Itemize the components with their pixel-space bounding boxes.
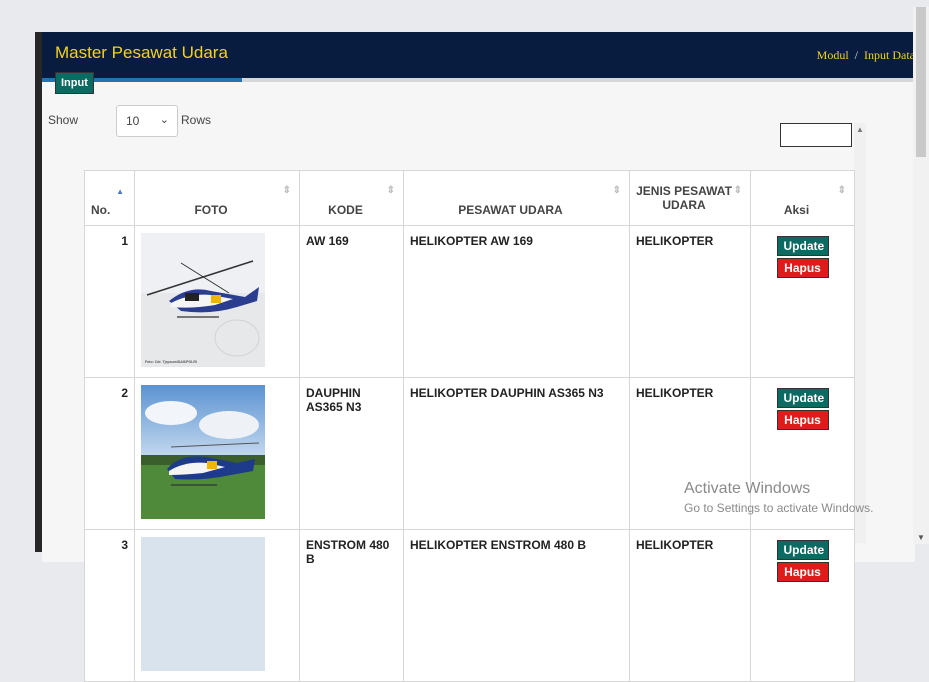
input-button[interactable]: Input [55,72,94,94]
kode-cell: ENSTROM 480 B [299,529,404,682]
table-row: 3 ENSTROM 480 B HELIKOPTER ENSTROM 480 B… [84,529,855,682]
update-button[interactable]: Update [776,388,829,408]
jenis-cell: HELIKOPTER [629,529,751,682]
photo-cell: Foto: Cdr. Tjepsum/DAS/POLRI [134,225,300,378]
table-row: 1 Foto: Cdr. Tjepsum/DAS/POLRI AW 169 HE… [84,225,855,378]
scrollbar-thumb[interactable] [916,7,926,157]
col-foto[interactable]: FOTO [134,170,300,226]
rows-label: Rows [181,113,212,127]
col-no[interactable]: No. [84,170,135,226]
search-input[interactable] [780,123,852,147]
page-scrollbar[interactable]: ▼ [913,7,929,544]
page-header: Master Pesawat Udara Modul / Input Data [42,32,915,78]
kode-cell: DAUPHIN AS365 N3 [299,377,404,530]
photo-cell [134,377,300,530]
update-button[interactable]: Update [776,540,829,560]
helicopter-photo: Foto: Cdr. Tjepsum/DAS/POLRI [141,233,265,367]
aksi-cell: Update Hapus [750,225,855,378]
update-button[interactable]: Update [776,236,829,256]
page-title: Master Pesawat Udara [55,43,228,62]
col-aksi[interactable]: Aksi [750,170,855,226]
table-header-row: No. FOTO KODE PESAWAT UDARA JENIS PESAWA… [84,170,855,226]
rows-select[interactable]: 10 ⌄ [116,105,178,137]
rows-select-value: 10 [126,114,140,128]
helicopter-photo [141,385,265,519]
watermark-title: Activate Windows [684,480,811,497]
row-number: 2 [84,377,135,530]
col-kode[interactable]: KODE [299,170,404,226]
breadcrumb-separator: / [854,48,859,62]
data-table: No. FOTO KODE PESAWAT UDARA JENIS PESAWA… [84,170,855,682]
scroll-down-icon[interactable]: ▼ [917,533,925,542]
breadcrumb-input-data: Input Data [864,48,915,62]
kode-cell: AW 169 [299,225,404,378]
svg-text:Foto: Cdr. Tjepsum/DAS/POLRI: Foto: Cdr. Tjepsum/DAS/POLRI [145,360,197,364]
hapus-button[interactable]: Hapus [776,562,829,582]
row-number: 3 [84,529,135,682]
windows-activation-watermark: Activate Windows Go to Settings to activ… [684,480,873,515]
pesawat-cell: HELIKOPTER ENSTROM 480 B [403,529,630,682]
helicopter-photo [141,537,265,671]
jenis-cell: HELIKOPTER [629,225,751,378]
pesawat-cell: HELIKOPTER DAUPHIN AS365 N3 [403,377,630,530]
chevron-down-icon: ⌄ [159,114,169,126]
pesawat-cell: HELIKOPTER AW 169 [403,225,630,378]
photo-cell [134,529,300,682]
col-jenis-pesawat-udara[interactable]: JENIS PESAWAT UDARA [629,170,751,226]
breadcrumb-modul[interactable]: Modul [817,48,849,63]
left-sidebar-edge [35,32,42,552]
breadcrumb: Modul / Input Data [817,48,915,63]
hapus-button[interactable]: Hapus [776,258,829,278]
hapus-button[interactable]: Hapus [776,410,829,430]
aksi-cell: Update Hapus [750,529,855,682]
col-pesawat-udara[interactable]: PESAWAT UDARA [403,170,630,226]
scroll-up-icon[interactable]: ▲ [856,125,864,134]
show-label: Show [48,113,79,127]
watermark-subtitle: Go to Settings to activate Windows. [684,501,874,515]
row-number: 1 [84,225,135,378]
